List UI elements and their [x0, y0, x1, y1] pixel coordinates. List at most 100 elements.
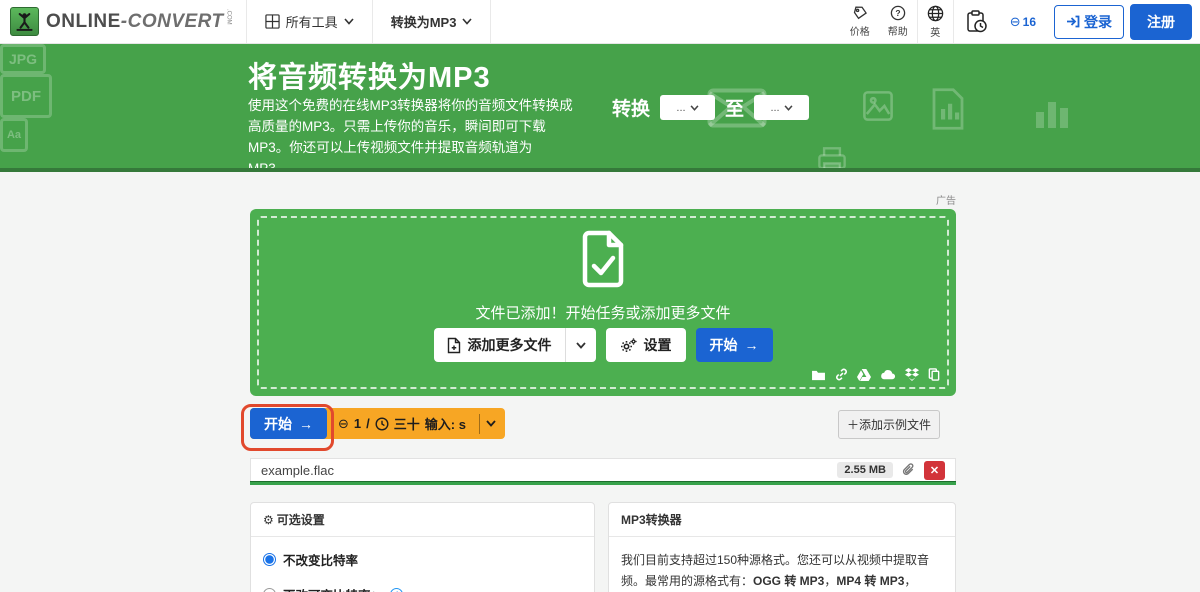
brand-logo[interactable]: ONLINE -CONVERT .COM: [0, 7, 246, 36]
help-icon: ?: [890, 5, 905, 21]
nav-pricing-label: 价格: [849, 27, 870, 38]
dropzone-start-button[interactable]: 开始 →: [695, 328, 773, 362]
mp3-converter-title: MP3转换器: [621, 513, 682, 527]
keep-bitrate-label: 不改变比特率: [283, 554, 359, 568]
nav-language[interactable]: 英: [918, 0, 953, 43]
lower-panels: ⚙ 可选设置 不改变比特率 更改可变比特率： i 170...210 kbps: [250, 502, 956, 592]
task-options-caret[interactable]: [482, 420, 505, 427]
register-label: 注册: [1147, 13, 1175, 30]
file-added-check-icon: [582, 230, 624, 288]
keep-bitrate-option[interactable]: 不改变比特率: [263, 550, 582, 569]
divider: [490, 0, 492, 43]
dropbox-icon[interactable]: [905, 368, 919, 381]
brand-online: ONLINE: [46, 10, 121, 32]
source-format-dropdown[interactable]: ...: [660, 95, 716, 120]
link-icon[interactable]: [835, 368, 848, 381]
nav-all-tools-label: 所有工具: [285, 15, 338, 30]
cloud-icon[interactable]: [880, 369, 896, 380]
page-title: 将音频转换为MP3: [248, 62, 491, 94]
tag-icon: [853, 6, 867, 20]
login-label: 登录: [1084, 13, 1112, 30]
task-credits: 1: [353, 416, 362, 431]
globe-icon: [927, 5, 943, 21]
optional-settings-body: 不改变比特率 更改可变比特率： i 170...210 kbps: [251, 537, 594, 592]
nav-help[interactable]: ? 帮助: [879, 0, 917, 43]
folder-icon[interactable]: [811, 369, 826, 381]
coin-icon: ⊖: [338, 415, 349, 431]
printer-icon: [818, 147, 846, 168]
nav-all-tools[interactable]: 所有工具: [247, 0, 372, 43]
dropzone-buttons: 添加更多文件 设置 开始 →: [250, 328, 956, 362]
coin-icon: ⊖: [1009, 13, 1021, 29]
jpg-file-icon: JPG: [0, 44, 46, 74]
nav-convert-to-mp3[interactable]: 转换为MP3: [373, 0, 491, 43]
pdf-file-icon: PDF: [0, 74, 52, 118]
login-button[interactable]: 登录: [1054, 4, 1124, 39]
mp3-converter-header: MP3转换器: [609, 503, 955, 537]
info-icon[interactable]: i: [390, 588, 404, 592]
start-conversion-button[interactable]: 开始 →: [250, 408, 327, 439]
gear-icon: ⚙: [263, 512, 274, 527]
svg-text:?: ?: [895, 8, 900, 18]
task-row: 开始 → ⊖ 1 / 三十 输入: s ＋添加示例文件: [241, 404, 956, 451]
optional-settings-title: 可选设置: [276, 513, 325, 527]
page-description: 使用这个免费的在线MP3转换器将你的音频文件转换成高质量的MP3。只需上传你的音…: [248, 98, 573, 172]
settings-button[interactable]: 设置: [605, 328, 686, 362]
logo-figure-icon: [10, 7, 39, 36]
nav-history[interactable]: [954, 0, 1000, 43]
add-example-file-button[interactable]: ＋添加示例文件: [837, 410, 940, 439]
nav-help-label: 帮助: [887, 27, 908, 38]
mp3-converter-body: 我们目前支持超过150种源格式。您还可以从视频中提取音频。最常用的源格式有：OG…: [609, 537, 955, 592]
chevron-down-icon: [462, 18, 473, 25]
add-example-file-label: ＋添加示例文件: [846, 418, 931, 432]
add-more-files-button[interactable]: 添加更多文件: [433, 328, 596, 362]
brand-text: ONLINE -CONVERT .COM: [46, 9, 232, 33]
divider: [478, 413, 480, 434]
upload-progress-bar: [250, 481, 956, 485]
nav-language-label: 英: [930, 27, 941, 39]
remove-file-button[interactable]: ✕: [924, 460, 945, 480]
hero-banner: JPG PDF Aa 将音频转换为MP3 使用这个免费的在线MP3转换器将你的音…: [0, 44, 1200, 172]
radio-unselected-icon[interactable]: [263, 588, 276, 592]
file-name: example.flac: [261, 462, 334, 478]
main-content: 广告 文件已添加！开始任务或添加更多文件 添加更多文件 设置 开始 → 开始 →…: [241, 172, 956, 592]
add-more-files-label: 添加更多文件: [467, 337, 552, 353]
paste-icon[interactable]: [928, 368, 940, 381]
start-label: 开始: [709, 337, 738, 353]
nav-pricing[interactable]: 价格: [841, 0, 879, 43]
top-navbar: ONLINE -CONVERT .COM 所有工具 转换为MP3 价格 ? 帮助…: [0, 0, 1200, 44]
nav-convert-to-mp3-label: 转换为MP3: [390, 15, 457, 30]
chevron-down-icon: [784, 104, 793, 111]
radio-selected-icon[interactable]: [263, 553, 276, 566]
ad-label: 广告: [936, 196, 956, 207]
grid-icon: [265, 14, 280, 29]
task-slash: /: [366, 416, 370, 431]
google-drive-icon[interactable]: [857, 368, 871, 381]
upload-source-icons: [811, 368, 940, 381]
login-icon: [1067, 15, 1080, 28]
add-more-files-caret[interactable]: [564, 328, 596, 362]
task-input-label: 输入: s: [424, 417, 466, 432]
file-row-actions: 2.55 MB ✕: [837, 460, 945, 480]
optional-settings-header: ⚙ 可选设置: [251, 503, 594, 537]
upload-dropzone[interactable]: 文件已添加！开始任务或添加更多文件 添加更多文件 设置 开始 →: [250, 209, 956, 396]
chevron-down-icon: [344, 18, 354, 25]
chevron-down-icon: [575, 341, 586, 349]
target-format-dropdown[interactable]: ...: [754, 95, 810, 120]
dropzone-message: 文件已添加！开始任务或添加更多文件: [475, 305, 731, 322]
change-bitrate-label: 更改可变比特率：: [283, 585, 383, 592]
register-button[interactable]: 注册: [1130, 3, 1192, 40]
source-format-value: ...: [676, 101, 686, 114]
bar-chart-icon: [1036, 102, 1068, 128]
file-plus-icon: [447, 337, 460, 353]
file-size-badge: 2.55 MB: [837, 462, 893, 478]
gears-icon: [620, 337, 637, 352]
arrow-right-icon: →: [744, 337, 759, 353]
change-bitrate-option[interactable]: 更改可变比特率： i: [263, 585, 582, 592]
credit-balance[interactable]: ⊖ 16: [1000, 14, 1046, 30]
optional-settings-panel: ⚙ 可选设置 不改变比特率 更改可变比特率： i 170...210 kbps: [250, 502, 595, 592]
file-row: example.flac 2.55 MB ✕: [250, 458, 956, 481]
settings-label: 设置: [643, 337, 672, 353]
chevron-down-icon: [486, 420, 496, 427]
paperclip-icon[interactable]: [902, 463, 915, 477]
